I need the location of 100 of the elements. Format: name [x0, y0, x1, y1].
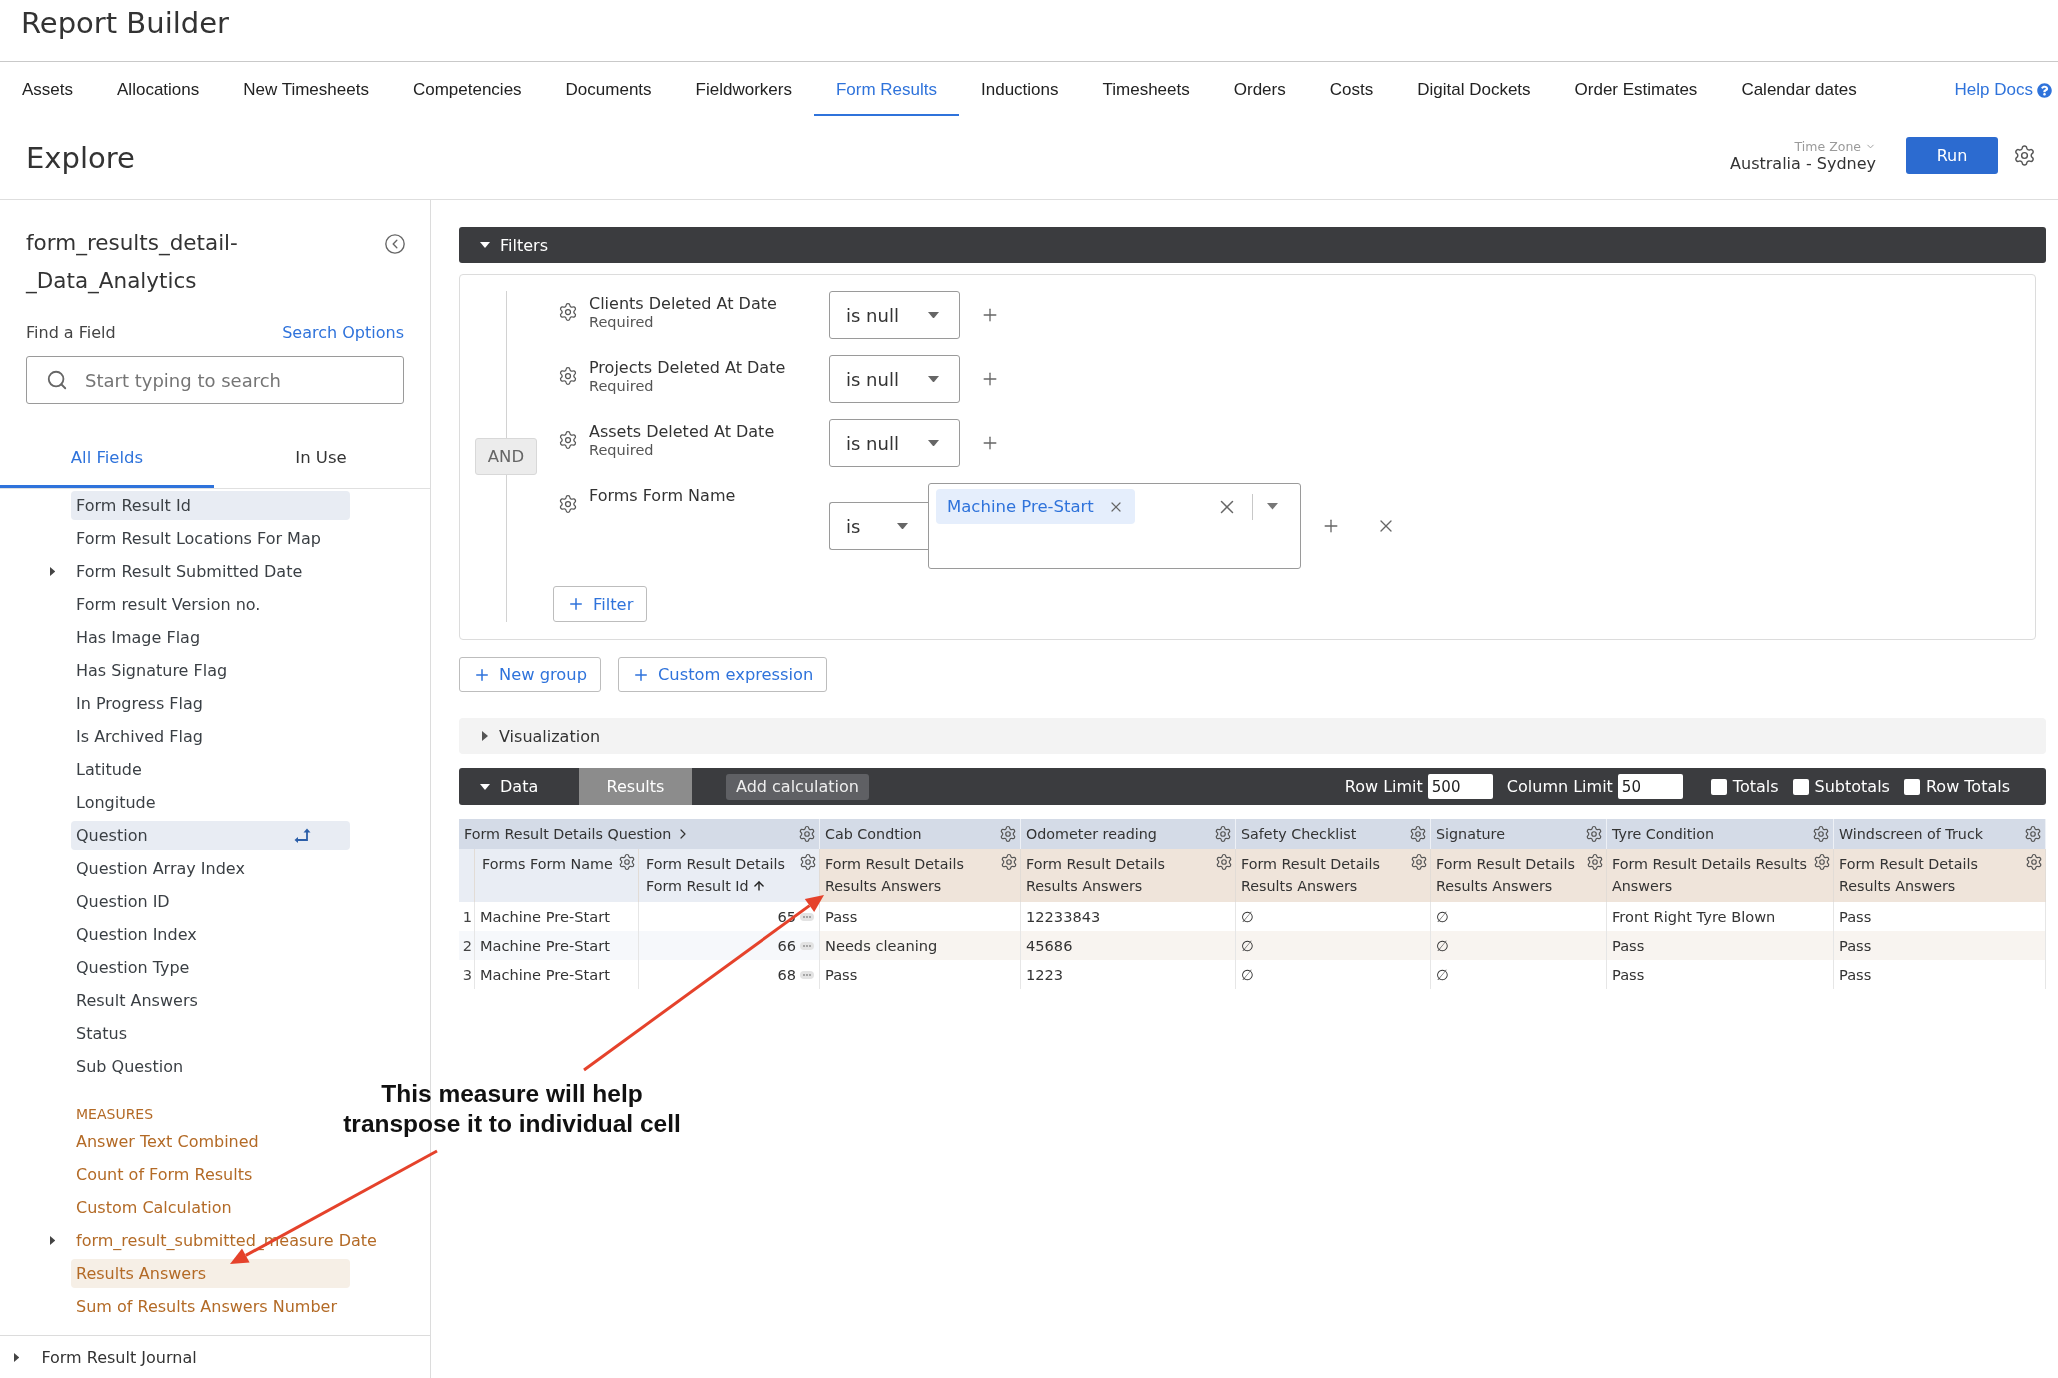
value-field[interactable]: Machine Pre-Start: [928, 483, 1301, 569]
collapse-icon[interactable]: [384, 233, 406, 255]
checkbox[interactable]: [1792, 778, 1809, 795]
field-item[interactable]: Has Signature Flag: [71, 656, 350, 685]
nav-tab[interactable]: New Timesheets: [221, 62, 391, 116]
field-item[interactable]: Is Archived Flag: [71, 722, 350, 751]
settings-icon[interactable]: [1812, 825, 1830, 843]
field-item[interactable]: Has Image Flag: [71, 623, 350, 652]
checkbox[interactable]: [1903, 778, 1920, 795]
visualization-toggle[interactable]: Visualization: [459, 718, 2046, 754]
nav-tab[interactable]: Inductions: [959, 62, 1081, 116]
logic-badge[interactable]: AND: [475, 438, 537, 475]
checkbox-label: Totals: [1732, 777, 1779, 796]
nav-tab[interactable]: Documents: [543, 62, 674, 116]
settings-icon[interactable]: [1409, 825, 1427, 843]
cell-value: 68: [777, 966, 796, 983]
required-note: Required: [589, 378, 655, 394]
add-button[interactable]: Custom expression: [618, 657, 828, 692]
settings-icon[interactable]: [1586, 853, 1604, 871]
field-item[interactable]: Form Result Submitted Date: [71, 557, 350, 586]
field-item[interactable]: Result Answers: [71, 986, 350, 1015]
search-options-link[interactable]: Search Options: [282, 322, 404, 342]
settings-icon[interactable]: [2024, 825, 2042, 843]
add-button[interactable]: New group: [459, 657, 601, 692]
settings-icon[interactable]: [558, 302, 578, 322]
corner-arrow-icon[interactable]: [294, 827, 312, 844]
row-limit-field[interactable]: 500: [1427, 774, 1493, 799]
caret-icon[interactable]: [50, 1236, 56, 1245]
settings-icon[interactable]: [558, 494, 578, 514]
caret-icon[interactable]: [50, 567, 56, 576]
settings-icon[interactable]: [2013, 144, 2036, 167]
find-field-label: Find a Field: [26, 322, 116, 342]
caret-icon: [897, 522, 908, 530]
field-item[interactable]: Question Type: [71, 953, 350, 982]
add-calculation-button[interactable]: Add calculation: [726, 773, 869, 800]
nav-tab[interactable]: Calendar dates: [1719, 62, 1879, 116]
nav-tab[interactable]: Form Results: [813, 62, 959, 116]
settings-icon[interactable]: [558, 430, 578, 450]
nav-tab[interactable]: Fieldworkers: [673, 62, 814, 116]
data-toggle[interactable]: Data: [459, 768, 579, 805]
field-item[interactable]: In Progress Flag: [71, 689, 350, 718]
add-filter-button[interactable]: Filter: [553, 586, 648, 622]
nav-tab[interactable]: Order Estimates: [1552, 62, 1720, 116]
settings-icon[interactable]: [999, 825, 1017, 843]
settings-icon[interactable]: [618, 853, 636, 871]
nav-tab[interactable]: Competencies: [390, 62, 544, 116]
nav-tab[interactable]: Orders: [1211, 62, 1308, 116]
sidebar-tab[interactable]: In Use: [214, 427, 428, 488]
operator-select[interactable]: is null: [829, 291, 960, 339]
operator-select[interactable]: is null: [829, 419, 960, 467]
field-item[interactable]: Question ID: [71, 887, 350, 916]
nav-tab[interactable]: Costs: [1307, 62, 1396, 116]
time-zone-select[interactable]: Time Zone Australia - Sydney: [1730, 138, 1876, 173]
measure-item[interactable]: Sum of Results Answers Number: [71, 1292, 375, 1321]
nav-tab[interactable]: Assets: [0, 62, 96, 116]
measure-item[interactable]: Custom Calculation: [71, 1193, 350, 1222]
settings-icon[interactable]: [1813, 853, 1831, 871]
settings-icon[interactable]: [1215, 853, 1233, 871]
filters-toggle[interactable]: Filters: [459, 227, 548, 263]
settings-icon[interactable]: [1000, 853, 1018, 871]
settings-icon[interactable]: [2025, 853, 2043, 871]
nav-tab[interactable]: Digital Dockets: [1395, 62, 1553, 116]
search-field[interactable]: Start typing to search: [26, 356, 404, 404]
filter-field-name: Forms Form Name: [589, 486, 736, 505]
field-item[interactable]: Sub Question: [71, 1052, 350, 1081]
settings-icon[interactable]: [798, 825, 816, 843]
more-icon[interactable]: [800, 912, 814, 921]
column-limit-field[interactable]: 50: [1617, 774, 1683, 799]
required-note: Required: [589, 442, 655, 458]
field-item[interactable]: Form Result Id: [71, 491, 350, 520]
settings-icon[interactable]: [1214, 825, 1232, 843]
field-item[interactable]: Longitude: [71, 788, 350, 817]
sidebar-tab[interactable]: All Fields: [0, 427, 214, 488]
settings-icon[interactable]: [558, 366, 578, 386]
nav-tab[interactable]: Timesheets: [1080, 62, 1212, 116]
run-button[interactable]: Run: [1906, 137, 1998, 174]
operator-select[interactable]: is null: [829, 355, 960, 403]
settings-icon[interactable]: [1585, 825, 1603, 843]
checkbox-label: Row Totals: [1925, 777, 2010, 796]
field-item[interactable]: Form Result Locations For Map: [71, 524, 359, 553]
field-item[interactable]: Latitude: [71, 755, 350, 784]
checkbox[interactable]: [1710, 778, 1727, 795]
measures-heading: MEASURES: [76, 1105, 155, 1124]
measure-item[interactable]: Count of Form Results: [71, 1160, 350, 1189]
field-item[interactable]: Question: [71, 821, 350, 850]
operator-select[interactable]: is: [829, 502, 928, 550]
caret-icon: [928, 375, 939, 383]
help-docs-link[interactable]: Help Docs: [1954, 62, 2058, 116]
field-item[interactable]: Status: [71, 1019, 350, 1048]
nav-tab[interactable]: Allocations: [95, 62, 222, 116]
filter-field-name: Clients Deleted At Date: [589, 294, 777, 313]
field-item[interactable]: Question Index: [71, 920, 350, 949]
measure-item[interactable]: Results Answers: [71, 1259, 350, 1288]
caret-icon[interactable]: [1267, 503, 1278, 510]
field-item[interactable]: Form result Version no.: [71, 590, 350, 619]
required-note: Required: [589, 314, 655, 330]
settings-icon[interactable]: [1410, 853, 1428, 871]
value-tag[interactable]: Machine Pre-Start: [936, 489, 1135, 524]
settings-icon[interactable]: [799, 853, 817, 871]
field-item[interactable]: Question Array Index: [71, 854, 350, 883]
